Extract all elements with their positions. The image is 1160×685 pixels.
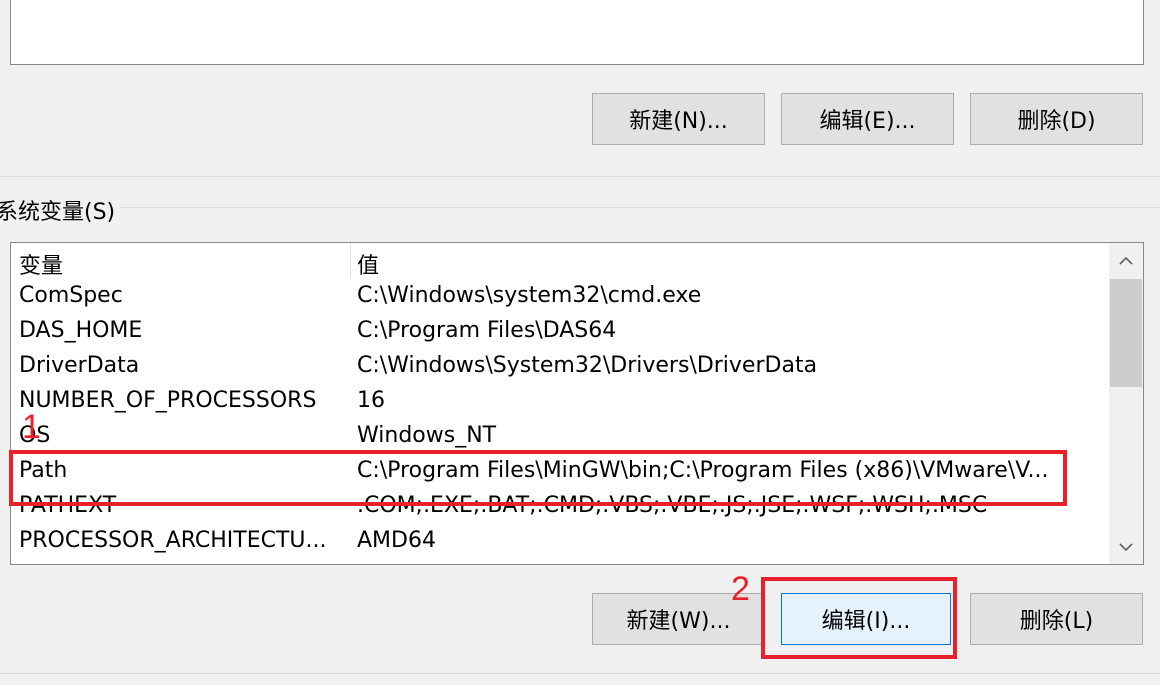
table-row[interactable]: ComSpec C:\Windows\system32\cmd.exe bbox=[11, 278, 1109, 313]
row-variable: DAS_HOME bbox=[19, 318, 143, 343]
user-new-button[interactable]: 新建(N)... bbox=[592, 93, 765, 145]
user-variables-list[interactable] bbox=[10, 0, 1144, 65]
separator bbox=[0, 176, 1160, 177]
table-row[interactable]: NUMBER_OF_PROCESSORS 16 bbox=[11, 383, 1109, 418]
user-delete-button[interactable]: 删除(D) bbox=[970, 93, 1143, 145]
column-divider[interactable] bbox=[350, 243, 351, 278]
system-variables-group-label: 系统变量(S) bbox=[0, 194, 120, 226]
row-variable: OS bbox=[19, 423, 51, 448]
scrollbar-thumb[interactable] bbox=[1110, 279, 1142, 387]
row-variable: PROCESSOR_ARCHITECTU... bbox=[19, 528, 327, 553]
chevron-up-icon[interactable] bbox=[1109, 243, 1143, 277]
row-value: AMD64 bbox=[357, 528, 436, 553]
annotation-number-2: 2 bbox=[731, 570, 750, 608]
row-variable: DriverData bbox=[19, 353, 140, 378]
annotation-box-edit-button bbox=[761, 577, 957, 659]
row-value: Windows_NT bbox=[357, 423, 497, 448]
row-value: C:\Windows\system32\cmd.exe bbox=[357, 283, 702, 308]
list-header: 变量 值 bbox=[11, 243, 1109, 280]
vertical-scrollbar[interactable] bbox=[1109, 243, 1143, 564]
row-variable: NUMBER_OF_PROCESSORS bbox=[19, 388, 317, 413]
table-row[interactable]: DAS_HOME C:\Program Files\DAS64 bbox=[11, 313, 1109, 348]
table-row[interactable]: DriverData C:\Windows\System32\Drivers\D… bbox=[11, 348, 1109, 383]
column-header-variable[interactable]: 变量 bbox=[19, 248, 349, 280]
user-edit-button[interactable]: 编辑(E)... bbox=[781, 93, 954, 145]
row-value: C:\Program Files\DAS64 bbox=[357, 318, 617, 343]
chevron-down-icon[interactable] bbox=[1109, 530, 1143, 564]
annotation-box-path-row bbox=[9, 450, 1067, 506]
separator bbox=[0, 673, 1160, 674]
row-value: 16 bbox=[357, 388, 385, 413]
system-variables-list[interactable]: 变量 值 ComSpec C:\Windows\system32\cmd.exe… bbox=[10, 242, 1144, 565]
row-value: C:\Windows\System32\Drivers\DriverData bbox=[357, 353, 818, 378]
annotation-number-1: 1 bbox=[22, 408, 41, 446]
group-box-border bbox=[120, 207, 1160, 208]
column-header-value[interactable]: 值 bbox=[357, 248, 1097, 280]
table-row[interactable]: PROCESSOR_ARCHITECTU... AMD64 bbox=[11, 523, 1109, 558]
table-row[interactable]: OS Windows_NT bbox=[11, 418, 1109, 453]
system-delete-button[interactable]: 删除(L) bbox=[970, 593, 1143, 645]
row-variable: ComSpec bbox=[19, 283, 123, 308]
